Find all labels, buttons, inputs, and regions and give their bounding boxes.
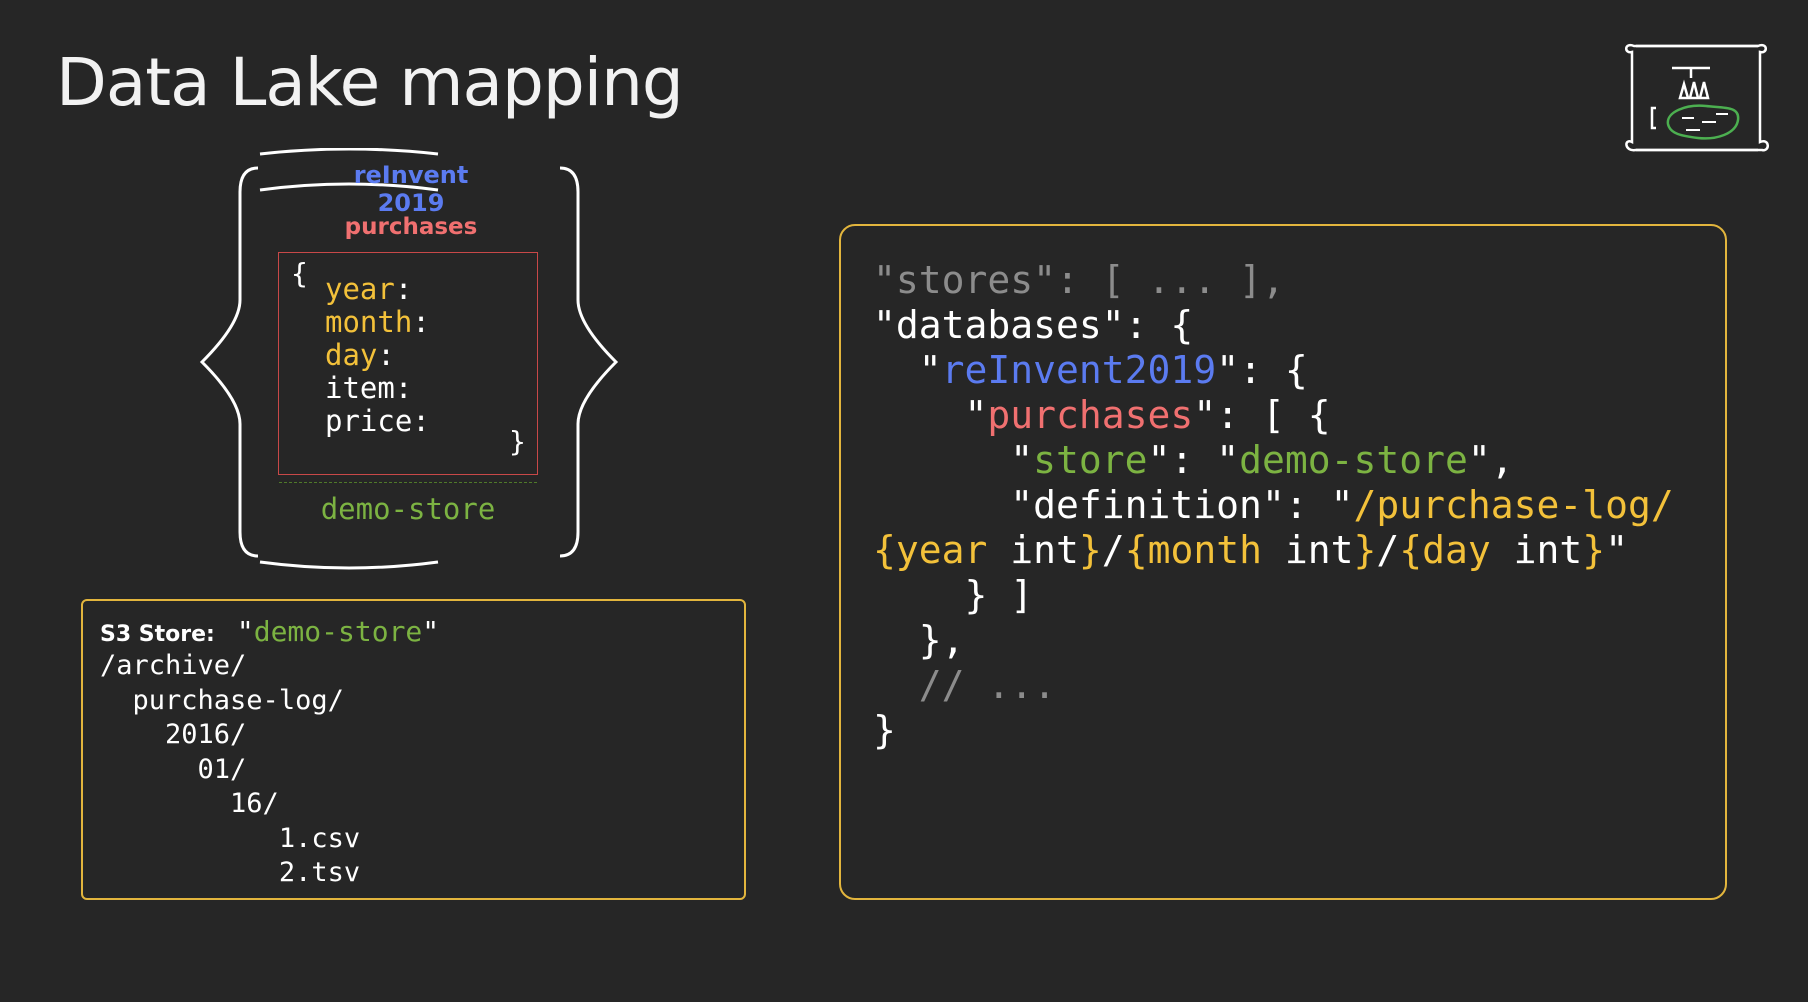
code-line-stores: "stores": [ ... ], bbox=[873, 258, 1285, 302]
schema-field-month: month: bbox=[325, 305, 430, 339]
s3-store-label: S3 Store: bbox=[100, 622, 215, 647]
schema-close-brace: } bbox=[509, 425, 526, 458]
code-line-close-array: } ] bbox=[873, 573, 1034, 617]
code-line-store: "store": "demo-store", bbox=[1010, 438, 1514, 482]
table-schema-box: { year: month: day: item: price: } demo-… bbox=[278, 252, 538, 526]
code-line-table-key: "purchases": [ { bbox=[964, 393, 1331, 437]
schema-open-brace: { bbox=[291, 257, 308, 290]
s3-store-name: "demo-store" bbox=[236, 615, 440, 648]
s3-folder-tree: /archive/ purchase-log/ 2016/ 01/ 16/ 1.… bbox=[100, 649, 360, 891]
schema-field-item: item: bbox=[325, 371, 413, 405]
s3-tree-line: purchase-log/ bbox=[132, 684, 344, 716]
code-line-definition: "definition": "/purchase-log/ bbox=[1010, 483, 1674, 527]
s3-tree-line: 16/ bbox=[230, 788, 279, 819]
table-label: purchases bbox=[344, 214, 478, 240]
s3-tree-line: 2.tsv bbox=[278, 857, 361, 888]
schema-field-year: year: bbox=[325, 272, 413, 306]
code-line-database-key: "reInvent2019": { bbox=[918, 348, 1308, 392]
schema-fields: year: month: day: item: price: bbox=[325, 273, 430, 438]
database-label: reInvent 2019 bbox=[353, 161, 469, 217]
s3-tree-line: 1.csv bbox=[278, 822, 361, 854]
database-diagram: reInvent 2019 purchases { year: month: d… bbox=[196, 148, 626, 578]
schema-field-price: price: bbox=[325, 404, 430, 438]
code-line-close-db: }, bbox=[873, 618, 965, 662]
code-line-comment: // ... bbox=[873, 663, 1057, 707]
s3-tree-line: /archive/ bbox=[100, 650, 247, 681]
table-store-label: demo-store bbox=[279, 482, 537, 535]
s3-store-header: S3 Store: "demo-store" bbox=[100, 615, 439, 648]
code-line-databases: "databases": { bbox=[873, 303, 1194, 347]
s3-tree-line: 2016/ bbox=[165, 719, 247, 750]
schema-field-day: day: bbox=[325, 338, 395, 372]
s3-store-box: S3 Store: "demo-store" /archive/ purchase… bbox=[81, 599, 746, 900]
page-title: Data Lake mapping bbox=[56, 44, 684, 121]
code-line-definition-cont: {year int}/{month int}/{day int}" bbox=[873, 528, 1629, 572]
json-config-box: "stores": [ ... ], "databases": { "reInv… bbox=[839, 224, 1727, 900]
json-code: "stores": [ ... ], "databases": { "reInv… bbox=[873, 258, 1674, 753]
data-lake-map-icon bbox=[1625, 43, 1769, 152]
s3-tree-line: 01/ bbox=[197, 753, 247, 785]
code-line-close-root: } bbox=[873, 708, 896, 752]
